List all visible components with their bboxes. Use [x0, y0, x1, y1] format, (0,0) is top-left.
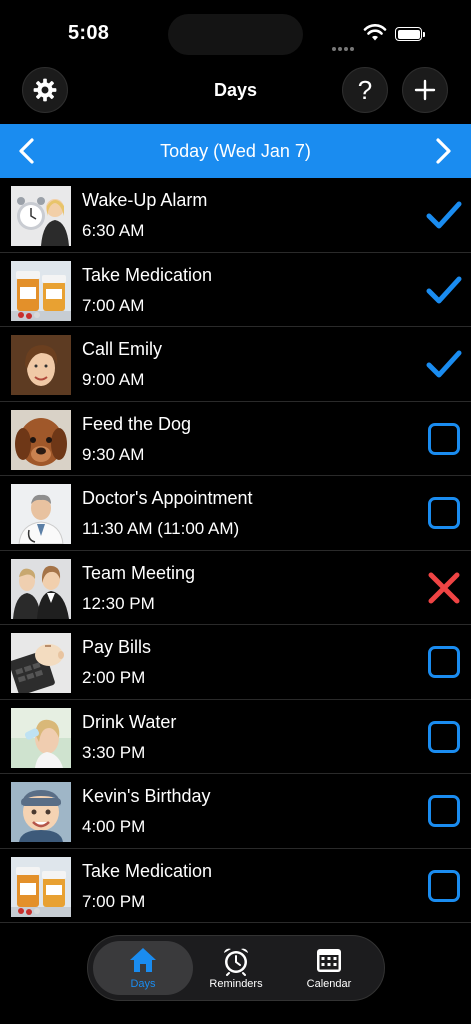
reminder-thumbnail [11, 633, 71, 693]
checkbox[interactable] [428, 869, 460, 902]
reminder-thumbnail [11, 558, 71, 619]
reminder-time: 7:00 AM [82, 295, 145, 315]
checkmark-icon[interactable] [426, 272, 462, 308]
checkmark-icon[interactable] [426, 197, 462, 233]
tab-label: Days [130, 978, 156, 990]
reminder-title: Drink Water [82, 711, 177, 732]
tab-reminders[interactable]: Reminders [191, 942, 281, 996]
checkbox[interactable] [428, 720, 460, 753]
status-bar: 5:08 [0, 0, 471, 62]
battery-icon [395, 27, 425, 41]
reminder-title: Take Medication [82, 264, 213, 285]
reminder-thumbnail [11, 484, 71, 544]
missed-x-icon[interactable] [426, 570, 462, 606]
status-time: 5:08 [68, 22, 110, 44]
reminder-thumbnail [11, 856, 71, 917]
cellular-signal-icon [332, 38, 358, 51]
reminder-time: 7:00 PM [82, 891, 146, 911]
reminder-title: Wake-Up Alarm [82, 190, 208, 210]
reminder-time: 12:30 PM [82, 593, 155, 613]
reminder-title: Call Emily [82, 339, 163, 359]
plus-icon [414, 79, 436, 101]
reminder-thumbnail [11, 335, 71, 395]
checkbox[interactable] [428, 795, 460, 827]
reminder-title: Pay Bills [82, 637, 152, 657]
tab-label: Reminders [209, 978, 263, 990]
reminder-row[interactable]: Feed the Dog 9:30 AM [0, 402, 471, 476]
alarm-clock-icon [224, 948, 248, 976]
checkbox[interactable] [428, 422, 460, 455]
reminder-time: 6:30 AM [82, 221, 145, 240]
date-header: Today (Wed Jan 7) [0, 124, 471, 178]
reminder-row[interactable]: Drink Water 3:30 PM [0, 700, 471, 774]
checkbox[interactable] [428, 497, 460, 529]
reminder-time: 4:00 PM [82, 817, 146, 836]
reminder-time: 3:30 PM [82, 742, 146, 762]
reminder-row[interactable]: Pay Bills 2:00 PM [0, 625, 471, 700]
tab-label: Calendar [306, 978, 352, 990]
reminder-row[interactable]: Take Medication 7:00 PM [0, 849, 471, 923]
reminder-title: Kevin's Birthday [82, 786, 211, 806]
checkmark-icon[interactable] [426, 346, 462, 382]
reminder-row[interactable]: Kevin's Birthday 4:00 PM [0, 774, 471, 849]
reminder-title: Take Medication [82, 860, 213, 881]
reminder-thumbnail [11, 260, 71, 321]
reminder-time: 9:30 AM [82, 444, 145, 464]
tab-days[interactable]: Days [98, 942, 188, 996]
reminder-time: 2:00 PM [82, 668, 146, 687]
reminder-row[interactable]: Doctor's Appointment 11:30 AM (11:00 AM) [0, 476, 471, 551]
reminder-list: Wake-Up Alarm 6:30 AM Take Medication 7:00 … [0, 178, 471, 923]
checkbox[interactable] [428, 646, 460, 678]
page-title: Days [213, 80, 258, 100]
reminder-row[interactable]: Call Emily 9:00 AM [0, 327, 471, 402]
house-icon [130, 948, 156, 972]
date-label: Today (Wed Jan 7) [160, 141, 311, 161]
reminder-row[interactable]: Take Medication 7:00 AM [0, 253, 471, 327]
wifi-icon [363, 24, 387, 41]
dynamic-island [168, 14, 303, 55]
reminder-title: Team Meeting [82, 562, 196, 583]
reminder-title: Feed the Dog [82, 413, 192, 434]
tab-bar: Days Reminders Calendar [87, 935, 385, 1001]
tab-calendar[interactable]: Calendar [284, 942, 374, 996]
calendar-icon [317, 949, 341, 972]
chevron-right-icon[interactable] [432, 137, 454, 165]
reminder-thumbnail [11, 782, 71, 842]
reminder-time: 9:00 AM [82, 370, 145, 389]
reminder-thumbnail [11, 409, 71, 470]
reminder-row[interactable]: Team Meeting 12:30 PM [0, 551, 471, 625]
reminder-thumbnail [11, 186, 71, 246]
reminder-title: Doctor's Appointment [82, 488, 253, 508]
add-button[interactable] [402, 67, 448, 113]
help-button[interactable]: ? [342, 67, 388, 113]
reminder-time: 11:30 AM (11:00 AM) [82, 519, 240, 538]
reminder-row[interactable]: Wake-Up Alarm 6:30 AM [0, 178, 471, 253]
reminder-thumbnail [11, 707, 71, 768]
